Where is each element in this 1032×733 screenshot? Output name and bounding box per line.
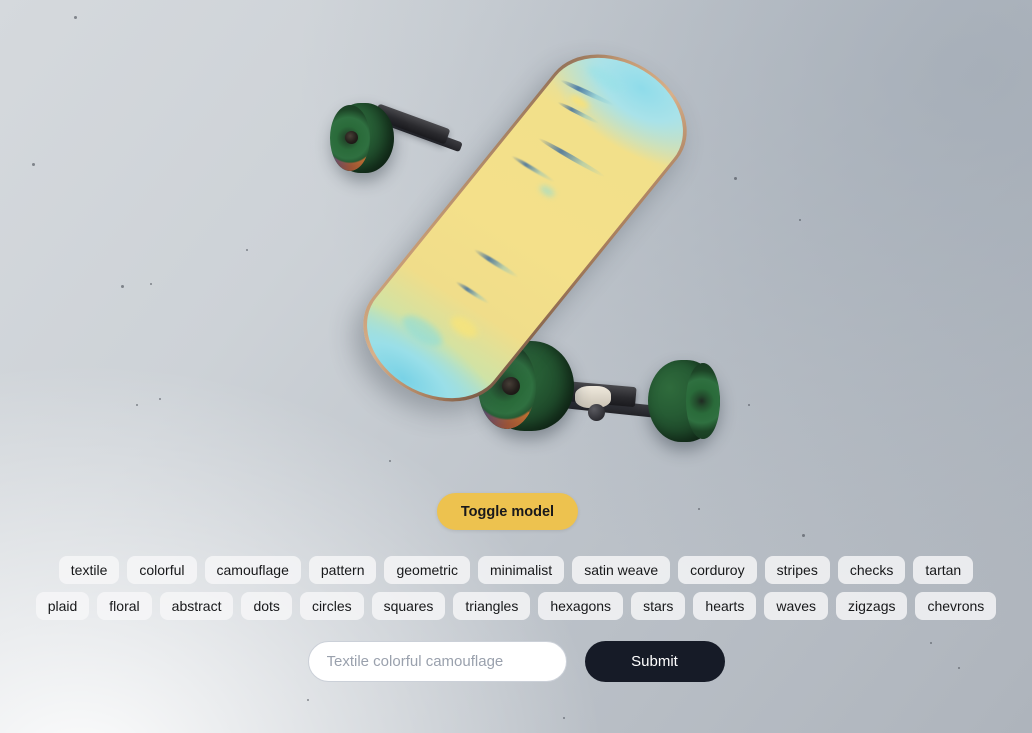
rear-wheel-hub xyxy=(502,377,520,395)
dust-speck xyxy=(136,404,138,406)
dust-speck xyxy=(389,460,391,462)
rear-wheel-far-face xyxy=(686,363,720,439)
tag-squares[interactable]: squares xyxy=(371,592,446,620)
front-wheel-hub xyxy=(345,131,358,144)
tag-zigzags[interactable]: zigzags xyxy=(836,592,908,620)
tag-satin-weave[interactable]: satin weave xyxy=(572,556,671,584)
dust-speck xyxy=(734,177,737,180)
skateboard-model[interactable] xyxy=(330,18,720,442)
tag-tartan[interactable]: tartan xyxy=(913,556,974,584)
tag-plaid[interactable]: plaid xyxy=(35,592,90,620)
deck-blotch xyxy=(446,312,482,342)
tag-stars[interactable]: stars xyxy=(631,592,686,620)
tag-corduroy[interactable]: corduroy xyxy=(678,556,757,584)
dust-speck xyxy=(32,163,35,166)
tag-dots[interactable]: dots xyxy=(241,592,292,620)
dust-speck xyxy=(799,219,801,221)
front-wheel xyxy=(330,103,394,173)
tag-checks[interactable]: checks xyxy=(837,556,906,584)
tag-row-1: textile colorful camouflage pattern geom… xyxy=(0,554,1032,586)
tag-stripes[interactable]: stripes xyxy=(764,556,830,584)
dust-speck xyxy=(74,16,77,19)
tag-hearts[interactable]: hearts xyxy=(693,592,757,620)
dust-speck xyxy=(246,249,248,251)
toggle-model-button[interactable]: Toggle model xyxy=(437,493,578,530)
model-viewport[interactable] xyxy=(0,0,1032,719)
dust-speck xyxy=(307,699,309,701)
submit-button[interactable]: Submit xyxy=(584,641,725,682)
tag-colorful[interactable]: colorful xyxy=(127,556,197,584)
deck-blotch xyxy=(397,309,448,352)
tag-abstract[interactable]: abstract xyxy=(159,592,234,620)
dust-speck xyxy=(802,534,805,537)
dust-speck xyxy=(121,285,124,288)
deck-streak xyxy=(537,136,607,179)
tag-triangles[interactable]: triangles xyxy=(453,592,531,620)
tag-hexagons[interactable]: hexagons xyxy=(538,592,624,620)
deck-streak xyxy=(510,154,556,184)
dust-speck xyxy=(159,398,161,400)
app-root: Toggle model textile colorful camouflage… xyxy=(0,0,1032,733)
tag-waves[interactable]: waves xyxy=(764,592,829,620)
prompt-bar: Submit xyxy=(0,641,1032,682)
deck-streak xyxy=(472,247,520,280)
tag-list: textile colorful camouflage pattern geom… xyxy=(0,554,1032,626)
tag-camouflage[interactable]: camouflage xyxy=(204,556,301,584)
dust-speck xyxy=(563,717,565,719)
dust-speck xyxy=(150,283,152,285)
prompt-input[interactable] xyxy=(307,641,567,682)
tag-floral[interactable]: floral xyxy=(97,592,152,620)
deck-streak xyxy=(454,280,491,306)
dust-speck xyxy=(698,508,700,510)
tag-pattern[interactable]: pattern xyxy=(308,556,377,584)
tag-minimalist[interactable]: minimalist xyxy=(477,556,565,584)
tag-row-2: plaid floral abstract dots circles squar… xyxy=(0,590,1032,622)
tag-geometric[interactable]: geometric xyxy=(384,556,470,584)
dust-speck xyxy=(748,404,750,406)
tag-chevrons[interactable]: chevrons xyxy=(915,592,997,620)
tag-textile[interactable]: textile xyxy=(58,556,120,584)
rear-kingpin xyxy=(588,404,605,421)
tag-circles[interactable]: circles xyxy=(299,592,364,620)
deck-blotch xyxy=(538,183,557,199)
rear-wheel-far xyxy=(648,360,720,442)
